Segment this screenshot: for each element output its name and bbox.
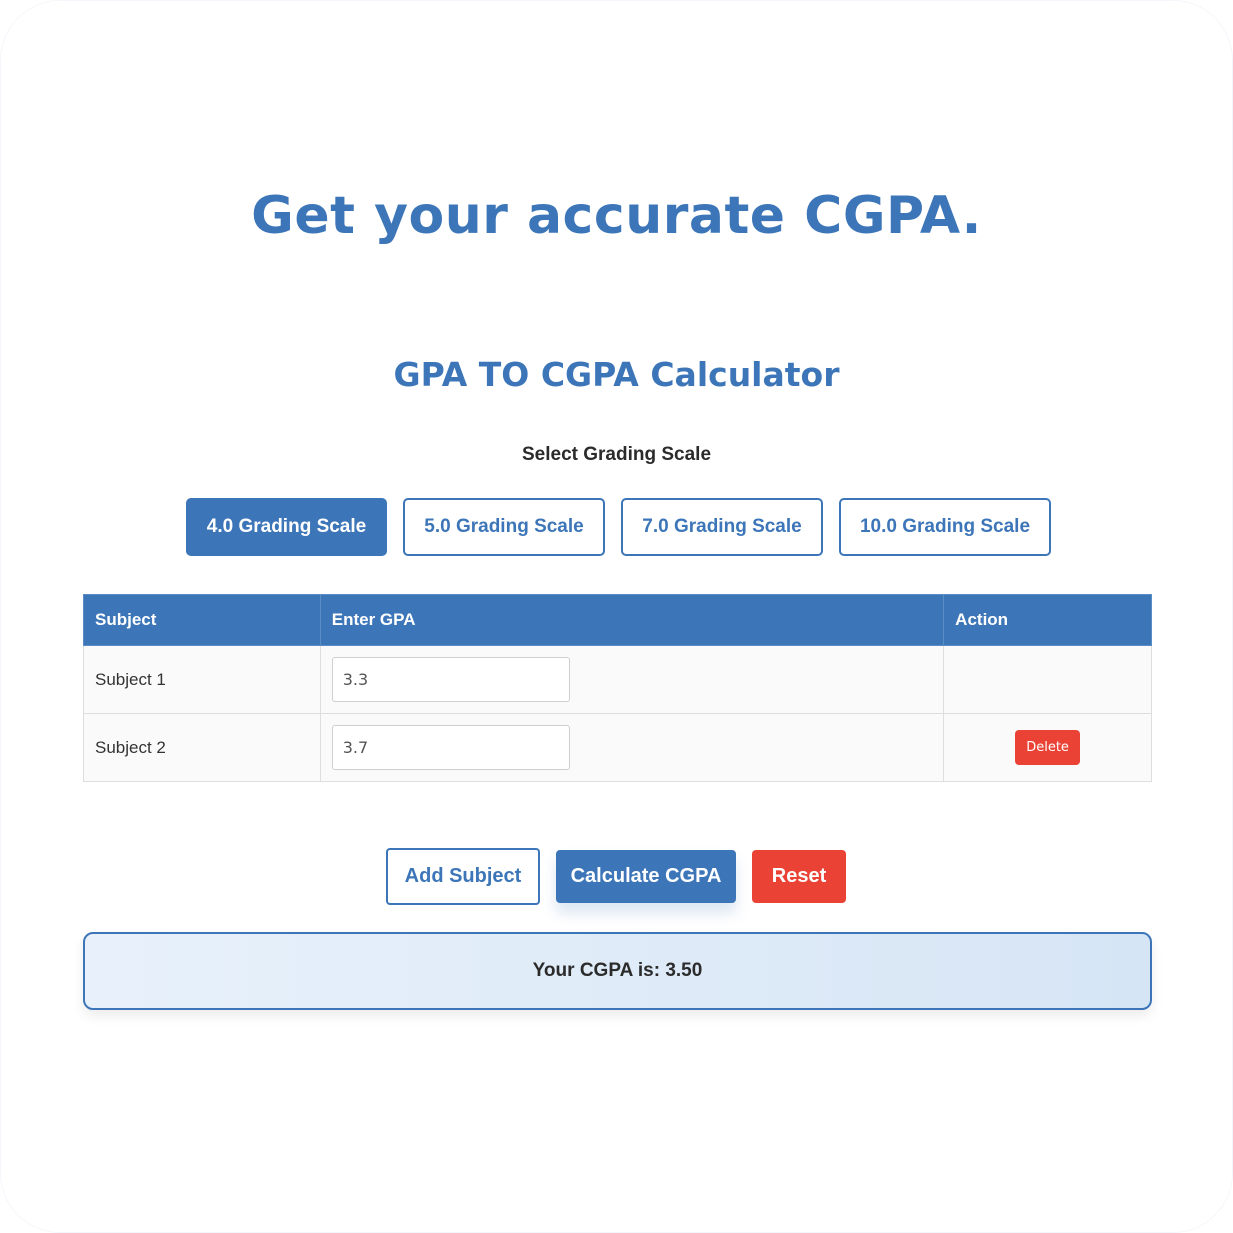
scale-10-button[interactable]: 10.0 Grading Scale <box>839 498 1051 556</box>
grading-scale-label: Select Grading Scale <box>521 444 712 465</box>
header-enter-gpa: Enter GPA <box>319 594 945 646</box>
subject-name: Subject 1 <box>83 645 321 714</box>
gpa-cell <box>319 645 945 714</box>
table-header-row: Subject Enter GPA Action <box>83 594 1152 646</box>
subject-name: Subject 2 <box>83 713 321 782</box>
calculator-title: GPA TO CGPA Calculator <box>393 355 840 394</box>
grading-scale-selector: 4.0 Grading Scale 5.0 Grading Scale 7.0 … <box>186 498 1051 556</box>
action-cell: Delete <box>943 713 1152 782</box>
scale-5-button[interactable]: 5.0 Grading Scale <box>403 498 605 556</box>
add-subject-button[interactable]: Add Subject <box>386 848 540 905</box>
gpa-cell <box>319 713 945 782</box>
action-cell <box>943 645 1152 714</box>
header-subject: Subject <box>83 594 321 646</box>
result-box: Your CGPA is: 3.50 <box>83 932 1152 1010</box>
cgpa-result: Your CGPA is: 3.50 <box>532 960 703 981</box>
header-action: Action <box>943 594 1152 646</box>
scale-4-button[interactable]: 4.0 Grading Scale <box>186 498 387 556</box>
scale-7-button[interactable]: 7.0 Grading Scale <box>621 498 823 556</box>
table-row: Subject 1 <box>83 645 1152 714</box>
table-row: Subject 2 Delete <box>83 713 1152 782</box>
hero-title: Get your accurate CGPA. <box>251 186 982 246</box>
gpa-table: Subject Enter GPA Action Subject 1 Subje… <box>83 594 1152 782</box>
gpa-input[interactable] <box>331 725 570 770</box>
action-buttons: Add Subject Calculate CGPA Reset <box>386 848 846 905</box>
reset-button[interactable]: Reset <box>752 850 846 903</box>
gpa-input[interactable] <box>331 657 570 702</box>
delete-button[interactable]: Delete <box>1015 730 1081 765</box>
calculate-cgpa-button[interactable]: Calculate CGPA <box>556 850 736 903</box>
